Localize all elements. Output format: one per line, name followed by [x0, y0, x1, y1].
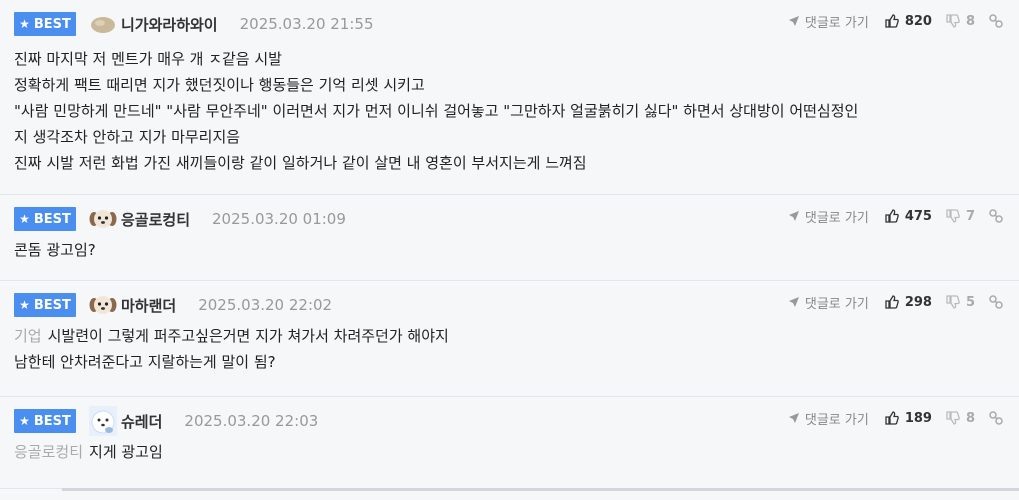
reply-link[interactable]: 댓글로 가기	[788, 293, 869, 312]
like-count: 189	[904, 410, 932, 426]
like-button[interactable]: 189	[885, 411, 932, 426]
comment-actions: 댓글로 가기 475 7	[788, 205, 1003, 227]
comment-body: 기업 시발련이 그렇게 퍼주고싶은거면 지가 쳐가서 차려주던가 해야지 남한테 …	[14, 323, 449, 375]
comment-header: ★ BEST 니가와라하와이 2025.03.20 21:55	[14, 12, 374, 36]
comment-date: 2025.03.20 01:09	[212, 210, 346, 228]
like-button[interactable]: 820	[885, 14, 932, 29]
star-icon: ★	[19, 212, 30, 226]
comment-line: "사람 민망하게 만드네" "사람 무안주네" 이러면서 지가 먼저 이니쉬 걸…	[14, 102, 859, 120]
link-button[interactable]	[989, 14, 1003, 28]
star-icon: ★	[19, 298, 30, 312]
thumbs-down-icon	[946, 14, 960, 28]
mention-tag[interactable]: 응골로컹티	[14, 443, 83, 461]
comment-actions: 댓글로 가기 820 8	[788, 10, 1003, 32]
like-count: 475	[904, 208, 932, 224]
mention-tag[interactable]: 기업	[14, 327, 42, 345]
nickname[interactable]: 응골로컹티	[121, 209, 190, 230]
link-button[interactable]	[989, 411, 1003, 425]
like-count: 820	[904, 13, 932, 29]
reply-link[interactable]: 댓글로 가기	[788, 12, 869, 31]
arrow-icon	[788, 211, 799, 221]
comment-date: 2025.03.20 22:03	[184, 412, 319, 430]
nickname[interactable]: 마하랜더	[121, 295, 176, 316]
puppy-avatar[interactable]	[89, 207, 117, 231]
link-icon	[989, 209, 1003, 223]
comment-header: ★ BEST 슈레더 2025.03.20 22:03	[14, 406, 319, 436]
thumbs-down-icon	[946, 209, 960, 223]
dislike-button[interactable]: 7	[946, 209, 975, 224]
thumbs-up-icon	[885, 295, 899, 309]
reply-link-label: 댓글로 가기	[804, 210, 869, 226]
link-icon	[989, 295, 1003, 309]
nickname[interactable]: 니가와라하와이	[121, 14, 218, 35]
comment-line: 응골로컹티 지게 광고임	[14, 439, 163, 465]
dislike-button[interactable]: 8	[946, 14, 975, 29]
thumbs-down-icon	[946, 295, 960, 309]
nickname[interactable]: 슈레더	[121, 411, 162, 432]
thumbs-up-icon	[885, 411, 899, 425]
thumbs-up-icon	[885, 209, 899, 223]
arrow-icon	[788, 297, 799, 307]
best-badge: ★ BEST	[14, 293, 76, 317]
reply-link-label: 댓글로 가기	[804, 412, 869, 428]
dislike-button[interactable]: 8	[946, 411, 975, 426]
comment-body: 응골로컹티 지게 광고임	[14, 439, 163, 465]
link-button[interactable]	[989, 295, 1003, 309]
comment-actions: 댓글로 가기 189 8	[788, 407, 1003, 429]
comment-line: 기업 시발련이 그렇게 퍼주고싶은거면 지가 쳐가서 차려주던가 해야지	[14, 323, 449, 349]
reply-link[interactable]: 댓글로 가기	[788, 409, 869, 428]
like-count: 298	[904, 294, 932, 310]
like-button[interactable]: 298	[885, 295, 932, 310]
comment-line: 남한테 안차려준다고 지랄하는게 말이 됨?	[14, 353, 276, 371]
reply-link-label: 댓글로 가기	[804, 15, 869, 31]
blob-avatar[interactable]	[89, 12, 117, 36]
reply-link-label: 댓글로 가기	[804, 296, 869, 312]
dislike-count: 8	[965, 410, 975, 426]
comment-header: ★ BEST 응골로컹티 2025.03.20 01:09	[14, 207, 346, 231]
dislike-count: 7	[965, 208, 975, 224]
dislike-count: 5	[965, 294, 975, 310]
best-label: BEST	[33, 16, 71, 32]
comment-line-text: 지게 광고임	[89, 443, 163, 461]
white-dog-avatar[interactable]	[89, 406, 117, 436]
comment-line-text: 시발련이 그렇게 퍼주고싶은거면 지가 쳐가서 차려주던가 해야지	[47, 327, 449, 345]
thumbs-up-icon	[885, 14, 899, 28]
comment-date: 2025.03.20 21:55	[239, 15, 374, 33]
like-button[interactable]: 475	[885, 209, 932, 224]
star-icon: ★	[19, 17, 30, 31]
best-badge: ★ BEST	[14, 12, 76, 36]
best-badge: ★ BEST	[14, 409, 76, 433]
comment-body: 진짜 마지막 저 멘트가 매우 개 ㅈ같음 시발 정확하게 팩트 때리면 지가 …	[14, 46, 858, 176]
comment-actions: 댓글로 가기 298 5	[788, 291, 1003, 313]
best-label: BEST	[33, 413, 71, 429]
comment-item: ★ BEST 마하랜더 2025.03.20 22:02 댓글로 가기 298 5…	[0, 281, 1019, 397]
arrow-icon	[788, 413, 799, 423]
star-icon: ★	[19, 414, 30, 428]
link-button[interactable]	[989, 209, 1003, 223]
comment-line: 정확하게 팩트 때리면 지가 했던짓이나 행동들은 기억 리셋 시키고	[14, 76, 425, 94]
comment-line: 진짜 마지막 저 멘트가 매우 개 ㅈ같음 시발	[14, 50, 282, 68]
comment-item: ★ BEST 니가와라하와이 2025.03.20 21:55 댓글로 가기 82…	[0, 0, 1019, 195]
comment-body: 콘돔 광고임?	[14, 237, 96, 263]
link-icon	[989, 411, 1003, 425]
comment-item: ★ BEST 응골로컹티 2025.03.20 01:09 댓글로 가기 475 …	[0, 195, 1019, 281]
reply-link[interactable]: 댓글로 가기	[788, 207, 869, 226]
comment-line: 지 생각조차 안하고 지가 마무리지음	[14, 128, 241, 146]
horizontal-scrollbar[interactable]	[62, 488, 1019, 491]
best-label: BEST	[33, 211, 71, 227]
link-icon	[989, 14, 1003, 28]
thumbs-down-icon	[946, 411, 960, 425]
comment-line: 콘돔 광고임?	[14, 241, 96, 259]
puppy-avatar[interactable]	[89, 293, 117, 317]
best-label: BEST	[33, 297, 71, 313]
comment-line: 진짜 시발 저런 화법 가진 새끼들이랑 같이 일하거나 같이 살면 내 영혼이…	[14, 154, 587, 172]
dislike-count: 8	[965, 13, 975, 29]
arrow-icon	[788, 16, 799, 26]
comment-date: 2025.03.20 22:02	[198, 296, 333, 314]
comment-header: ★ BEST 마하랜더 2025.03.20 22:02	[14, 293, 332, 317]
comment-item: ★ BEST 슈레더 2025.03.20 22:03 댓글로 가기 189 8 …	[0, 397, 1019, 489]
dislike-button[interactable]: 5	[946, 295, 975, 310]
best-badge: ★ BEST	[14, 207, 76, 231]
